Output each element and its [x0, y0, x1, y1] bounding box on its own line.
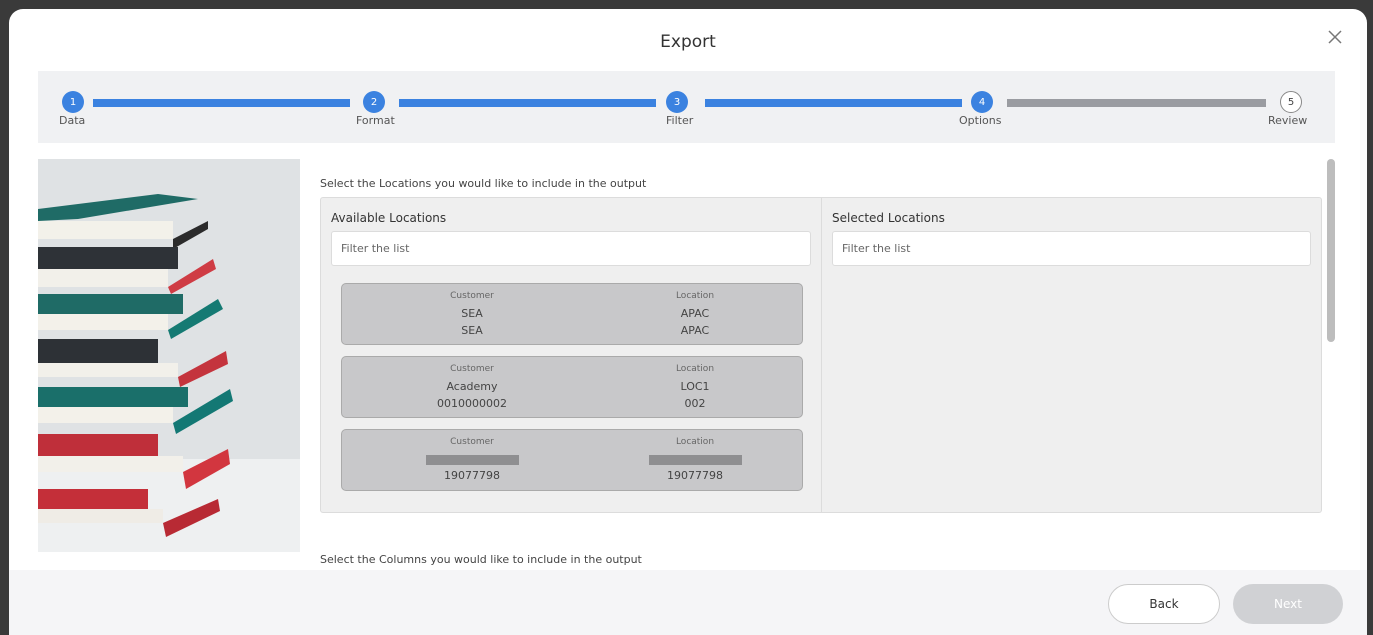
books-illustration: [38, 159, 300, 552]
available-locations-title: Available Locations: [331, 211, 447, 225]
customer-code: 19077798: [444, 469, 500, 482]
step-5-indicator: 5: [1280, 91, 1302, 113]
customer-code: SEA: [461, 324, 483, 337]
step-connector-1: [93, 99, 350, 107]
step-connector-3: [705, 99, 962, 107]
step-connector-4: [1007, 99, 1266, 107]
back-button[interactable]: Back: [1108, 584, 1220, 624]
location-code: 002: [684, 397, 706, 410]
location-card[interactable]: Customer 19077798 Location 19077798: [341, 429, 803, 491]
redacted-customer-name: [425, 455, 519, 465]
stepper: 1 2 3 4 5 Data Format Filter Options Rev…: [38, 71, 1335, 143]
step-3-label: Filter: [666, 114, 694, 127]
customer-header: Customer: [450, 437, 494, 447]
options-content: Select the Locations you would like to i…: [320, 159, 1325, 570]
step-4-indicator[interactable]: 4: [971, 91, 993, 113]
location-value: LOC1: [680, 380, 710, 393]
next-button: Next: [1233, 584, 1343, 624]
customer-value: SEA: [461, 307, 483, 320]
step-1-indicator[interactable]: 1: [62, 91, 84, 113]
available-filter-input[interactable]: [331, 231, 811, 266]
selected-filter-input[interactable]: [832, 231, 1311, 266]
columns-instruction: Select the Columns you would like to inc…: [320, 553, 642, 566]
location-header: Location: [675, 437, 715, 447]
step-1-label: Data: [59, 114, 86, 127]
location-code: 19077798: [667, 469, 723, 482]
selected-locations-title: Selected Locations: [832, 211, 945, 225]
export-dialog: Export 1 2 3 4 5 Data Format Filter Opti…: [9, 9, 1367, 635]
step-connector-2: [399, 99, 656, 107]
customer-code: 0010000002: [437, 397, 507, 410]
step-5-label: Review: [1268, 114, 1308, 127]
location-code: APAC: [680, 324, 710, 337]
dialog-footer: Back Next: [9, 570, 1367, 635]
dialog-title: Export: [660, 32, 716, 52]
content-scrollbar[interactable]: [1327, 159, 1335, 342]
locations-instruction: Select the Locations you would like to i…: [320, 177, 647, 190]
panel-divider: [821, 198, 822, 512]
location-card[interactable]: Customer Academy 0010000002 Location LOC…: [341, 356, 803, 418]
locations-panel: Available Locations Selected Locations C…: [320, 197, 1322, 513]
close-icon[interactable]: [1325, 27, 1345, 47]
location-card[interactable]: Customer SEA SEA Location APAC APAC: [341, 283, 803, 345]
customer-value: Academy: [446, 380, 498, 393]
redacted-location-name: [648, 455, 742, 465]
step-2-indicator[interactable]: 2: [363, 91, 385, 113]
location-header: Location: [675, 291, 715, 301]
location-header: Location: [675, 364, 715, 374]
step-2-label: Format: [356, 114, 395, 127]
step-4-label: Options: [959, 114, 1002, 127]
customer-header: Customer: [450, 364, 494, 374]
customer-header: Customer: [450, 291, 494, 301]
location-value: APAC: [680, 307, 710, 320]
step-3-indicator[interactable]: 3: [666, 91, 688, 113]
